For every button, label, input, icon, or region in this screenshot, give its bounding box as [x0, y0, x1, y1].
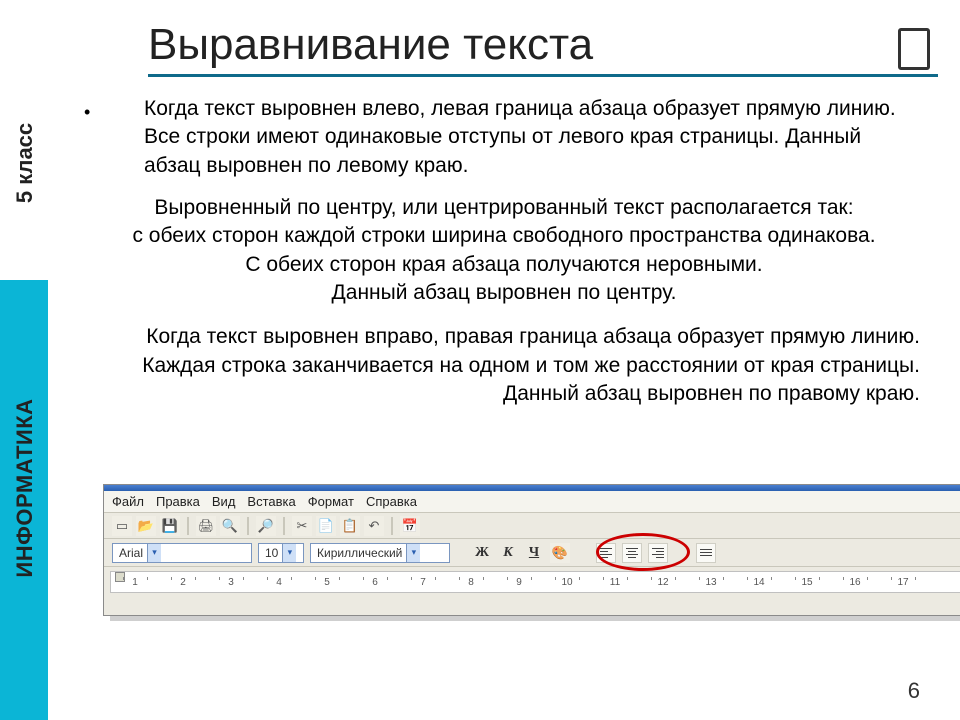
ruler-segment: 8 [447, 572, 495, 592]
copy-icon[interactable]: 📄 [316, 516, 336, 536]
ruler-segment: 9 [495, 572, 543, 592]
sidebar: 5 класс ИНФОРМАТИКА [0, 0, 48, 720]
align-left-button[interactable] [596, 543, 616, 563]
ruler-segment: 15 [783, 572, 831, 592]
paragraph-left-aligned: • Когда текст выровнен влево, левая гран… [48, 77, 960, 180]
text-color-icon[interactable]: 🎨 [550, 543, 570, 563]
wordpad-toolbar-screenshot: Файл Правка Вид Вставка Формат Справка ▭… [103, 484, 960, 616]
format-toolbar: Arial ▾ 10 ▾ Кириллический ▾ Ж К Ч 🎨 [104, 539, 960, 567]
separator [187, 517, 189, 535]
ruler-segment: 7 [399, 572, 447, 592]
ruler-segment: 14 [735, 572, 783, 592]
center-line-2: с обеих сторон каждой строки ширина своб… [68, 222, 940, 250]
ruler-segment: 5 [303, 572, 351, 592]
undo-icon[interactable]: ↶ [364, 516, 384, 536]
new-icon[interactable]: ▭ [112, 516, 132, 536]
ruler-segment: 13 [687, 572, 735, 592]
align-center-button[interactable] [622, 543, 642, 563]
bullets-button[interactable] [696, 543, 716, 563]
main-content: Выравнивание текста • Когда текст выровн… [48, 0, 960, 720]
font-size-dropdown[interactable]: 10 ▾ [258, 543, 304, 563]
menu-file[interactable]: Файл [112, 494, 144, 509]
charset-value: Кириллический [317, 546, 402, 560]
italic-button[interactable]: К [498, 543, 518, 563]
chevron-down-icon: ▾ [406, 544, 420, 562]
center-line-4: Данный абзац выровнен по центру. [68, 279, 940, 307]
grade-label: 5 класс [12, 93, 38, 233]
ruler-segment: 12 [639, 572, 687, 592]
ruler: 1234567891011121314151617 [110, 571, 960, 593]
center-line-3: С обеих сторон края абзаца получаются не… [68, 251, 940, 279]
font-name-value: Arial [119, 546, 143, 560]
print-icon[interactable]: 🖨 [196, 516, 216, 536]
ruler-segment: 17 [879, 572, 927, 592]
datetime-icon[interactable]: 📅 [400, 516, 420, 536]
menu-help[interactable]: Справка [366, 494, 417, 509]
chevron-down-icon: ▾ [282, 544, 296, 562]
open-icon[interactable]: 📂 [136, 516, 156, 536]
bold-button[interactable]: Ж [472, 543, 492, 563]
menu-view[interactable]: Вид [212, 494, 236, 509]
charset-dropdown[interactable]: Кириллический ▾ [310, 543, 450, 563]
ruler-segment: 6 [351, 572, 399, 592]
align-right-button[interactable] [648, 543, 668, 563]
paragraph-left-text: Когда текст выровнен влево, левая границ… [144, 95, 920, 180]
paste-icon[interactable]: 📋 [340, 516, 360, 536]
menu-insert[interactable]: Вставка [247, 494, 295, 509]
menu-format[interactable]: Формат [308, 494, 354, 509]
slide-title: Выравнивание текста [148, 20, 928, 70]
ruler-segment: 16 [831, 572, 879, 592]
separator [283, 517, 285, 535]
separator [247, 517, 249, 535]
corner-rectangle-icon [898, 28, 930, 70]
print-preview-icon[interactable]: 🔍 [220, 516, 240, 536]
save-icon[interactable]: 💾 [160, 516, 180, 536]
underline-button[interactable]: Ч [524, 543, 544, 563]
menu-bar: Файл Правка Вид Вставка Формат Справка [104, 491, 960, 513]
menu-edit[interactable]: Правка [156, 494, 200, 509]
font-size-value: 10 [265, 546, 278, 560]
paragraph-center-aligned: Выровненный по центру, или центрированны… [48, 180, 960, 307]
paragraph-right-aligned: Когда текст выровнен вправо, правая гран… [48, 307, 960, 408]
cut-icon[interactable]: ✂ [292, 516, 312, 536]
title-block: Выравнивание текста [48, 0, 928, 77]
ruler-segment: 11 [591, 572, 639, 592]
find-icon[interactable]: 🔎 [256, 516, 276, 536]
ruler-segment: 1 [111, 572, 159, 592]
ruler-segment: 3 [207, 572, 255, 592]
separator [391, 517, 393, 535]
ruler-segment: 4 [255, 572, 303, 592]
ruler-segment: 2 [159, 572, 207, 592]
shadow [110, 616, 960, 621]
center-line-1: Выровненный по центру, или центрированны… [68, 194, 940, 222]
standard-toolbar: ▭ 📂 💾 🖨 🔍 🔎 ✂ 📄 📋 ↶ 📅 [104, 513, 960, 539]
font-name-dropdown[interactable]: Arial ▾ [112, 543, 252, 563]
bullet-icon: • [84, 103, 90, 121]
subject-label: ИНФОРМАТИКА [12, 373, 38, 603]
ruler-segment: 10 [543, 572, 591, 592]
chevron-down-icon: ▾ [147, 544, 161, 562]
page-number: 6 [908, 678, 920, 704]
